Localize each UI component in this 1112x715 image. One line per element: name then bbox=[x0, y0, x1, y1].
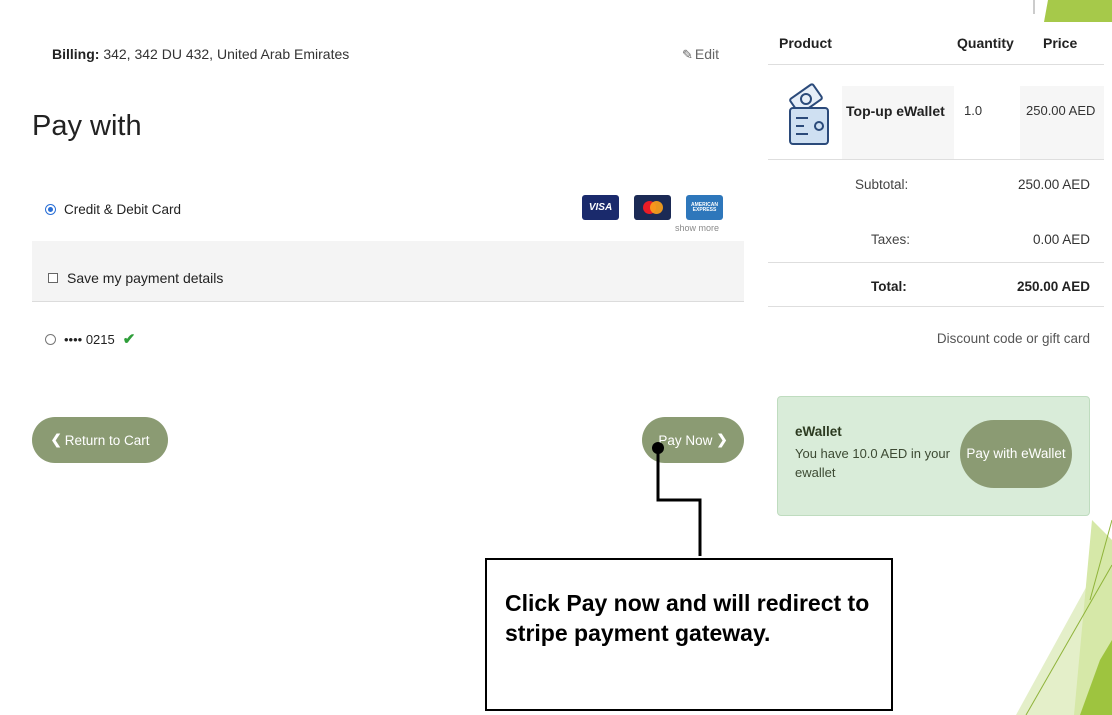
annotation-text: Click Pay now and will redirect to strip… bbox=[505, 590, 870, 646]
